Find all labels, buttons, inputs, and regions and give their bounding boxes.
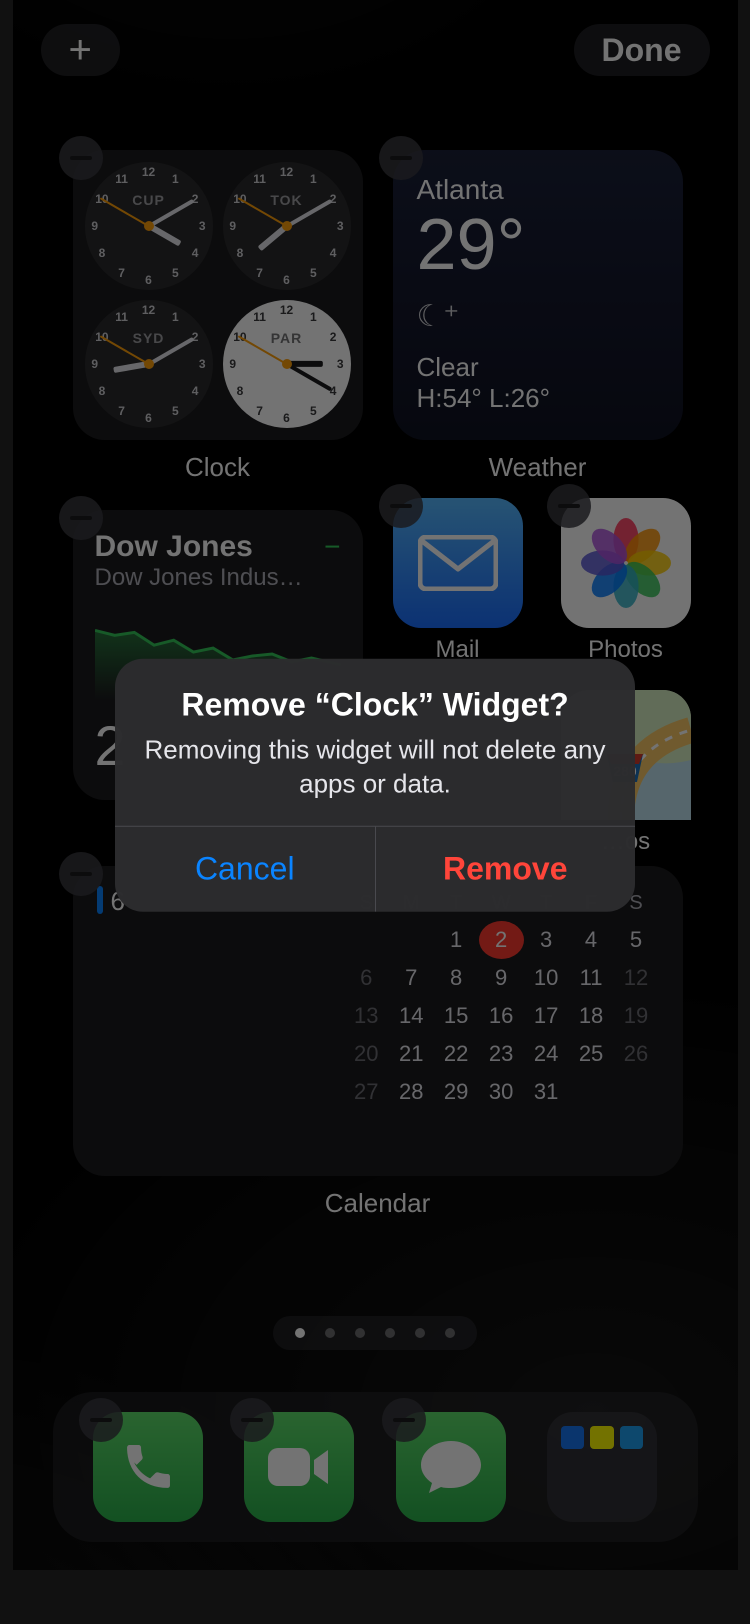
- add-widget-button[interactable]: +: [41, 24, 120, 76]
- analog-clock-cup: 121234567891011CUP: [85, 162, 213, 290]
- phone-icon: [117, 1436, 179, 1498]
- calendar-event: 6: [97, 886, 320, 1156]
- remove-widget-badge[interactable]: [59, 496, 103, 540]
- analog-clock-syd: 121234567891011SYD: [85, 300, 213, 428]
- alert-remove-button[interactable]: Remove: [375, 826, 636, 911]
- messages-icon: [417, 1437, 485, 1497]
- dock-folder-social[interactable]: [547, 1412, 657, 1522]
- done-button[interactable]: Done: [574, 24, 710, 76]
- stocks-subtitle: Dow Jones Indus…: [95, 564, 341, 592]
- weather-city: Atlanta: [417, 174, 659, 206]
- widget-label: Calendar: [73, 1188, 683, 1219]
- minus-icon: [90, 1418, 112, 1422]
- widget-label: Clock: [73, 452, 363, 483]
- app-photos[interactable]: Photos: [561, 498, 691, 664]
- facetime-icon: [266, 1444, 332, 1490]
- stocks-trend-icon: −: [324, 531, 340, 563]
- analog-clock-par: 121234567891011PAR: [223, 300, 351, 428]
- remove-app-badge[interactable]: [382, 1398, 426, 1442]
- remove-widget-badge[interactable]: [59, 852, 103, 896]
- dock-app-messages[interactable]: [396, 1412, 506, 1522]
- calendar-grid: SMTWTFS123456789101112131415161718192021…: [344, 886, 659, 1156]
- app-mail[interactable]: Mail: [393, 498, 523, 664]
- folder-mini-icon: [590, 1426, 613, 1449]
- remove-app-badge[interactable]: [379, 484, 423, 528]
- photos-icon: [581, 518, 671, 608]
- widget-label: Weather: [393, 452, 683, 483]
- remove-app-badge[interactable]: [79, 1398, 123, 1442]
- alert-message: Removing this widget will not delete any…: [141, 734, 609, 802]
- page-dot[interactable]: [325, 1328, 335, 1338]
- page-indicator[interactable]: [273, 1316, 477, 1350]
- analog-clock-tok: 121234567891011TOK: [223, 162, 351, 290]
- plus-icon: +: [69, 30, 92, 70]
- dock: [53, 1392, 698, 1542]
- remove-app-badge[interactable]: [547, 484, 591, 528]
- folder-mini-icon: [620, 1426, 643, 1449]
- event-color-bar: [97, 886, 103, 914]
- remove-widget-badge[interactable]: [379, 136, 423, 180]
- mail-icon: [418, 535, 498, 591]
- alert-cancel-button[interactable]: Cancel: [115, 826, 375, 911]
- remove-widget-badge[interactable]: [59, 136, 103, 180]
- minus-icon: [70, 872, 92, 876]
- page-dot[interactable]: [415, 1328, 425, 1338]
- dock-app-facetime[interactable]: [244, 1412, 354, 1522]
- moon-icon: ☾⁺: [417, 299, 659, 334]
- minus-icon: [393, 1418, 415, 1422]
- minus-icon: [558, 504, 580, 508]
- weather-widget[interactable]: Atlanta 29° ☾⁺ Clear H:54° L:26° Weather: [393, 150, 683, 483]
- dock-app-phone[interactable]: [93, 1412, 203, 1522]
- weather-condition: Clear: [417, 352, 659, 383]
- folder-mini-icon: [561, 1426, 584, 1449]
- alert-title: Remove “Clock” Widget?: [141, 687, 609, 724]
- weather-hilo: H:54° L:26°: [417, 383, 659, 414]
- minus-icon: [241, 1418, 263, 1422]
- weather-temp: 29°: [417, 206, 659, 285]
- minus-icon: [70, 156, 92, 160]
- page-dot[interactable]: [355, 1328, 365, 1338]
- calendar-widget[interactable]: 6 SMTWTFS1234567891011121314151617181920…: [73, 866, 683, 1219]
- minus-icon: [390, 504, 412, 508]
- minus-icon: [70, 516, 92, 520]
- clock-widget[interactable]: 121234567891011CUP121234567891011TOK1212…: [73, 150, 363, 483]
- page-dot[interactable]: [385, 1328, 395, 1338]
- minus-icon: [390, 156, 412, 160]
- stocks-name: Dow Jones: [95, 530, 253, 564]
- page-dot[interactable]: [445, 1328, 455, 1338]
- remove-widget-alert: Remove “Clock” Widget? Removing this wid…: [115, 659, 635, 912]
- page-dot[interactable]: [295, 1328, 305, 1338]
